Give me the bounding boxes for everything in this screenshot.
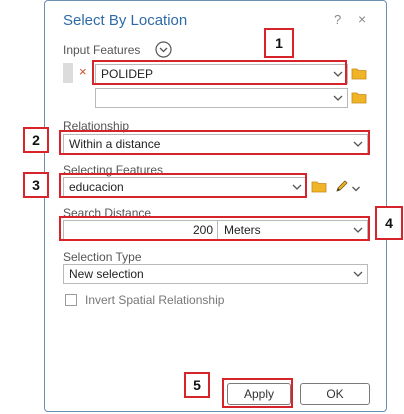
chevron-down-icon[interactable]	[332, 92, 344, 104]
ok-button[interactable]: OK	[300, 383, 370, 405]
selection-type-label: Selection Type	[63, 250, 142, 264]
drag-handle[interactable]	[63, 63, 73, 83]
chevron-down-icon[interactable]	[351, 181, 361, 192]
folder-icon[interactable]	[351, 91, 367, 104]
input-features-label: Input Features	[63, 43, 141, 57]
pencil-icon[interactable]	[334, 178, 350, 194]
selection-type-value: New selection	[69, 267, 144, 281]
folder-icon[interactable]	[351, 67, 367, 80]
expand-circle-icon[interactable]	[155, 41, 172, 58]
selection-type-select[interactable]: New selection	[63, 264, 368, 284]
highlight-apply	[222, 378, 293, 408]
invert-label: Invert Spatial Relationship	[85, 293, 225, 307]
chevron-down-icon[interactable]	[352, 268, 364, 280]
annotation-badge-3: 3	[23, 172, 49, 198]
annotation-badge-4: 4	[375, 206, 403, 240]
annotation-badge-1: 1	[264, 28, 294, 58]
annotation-badge-2: 2	[23, 127, 49, 153]
close-icon[interactable]: ×	[358, 11, 366, 27]
invert-checkbox[interactable]	[65, 294, 77, 306]
help-icon[interactable]: ?	[334, 12, 341, 27]
annotation-badge-5: 5	[184, 372, 210, 398]
highlight-relationship	[59, 130, 370, 155]
remove-x-icon[interactable]: ×	[79, 64, 87, 80]
dialog-title: Select By Location	[63, 12, 188, 29]
folder-icon[interactable]	[311, 180, 327, 193]
highlight-search-distance	[59, 216, 370, 241]
highlight-input-features	[92, 60, 347, 85]
input-feature-field-2[interactable]	[95, 88, 348, 108]
highlight-selecting-features	[59, 173, 307, 198]
